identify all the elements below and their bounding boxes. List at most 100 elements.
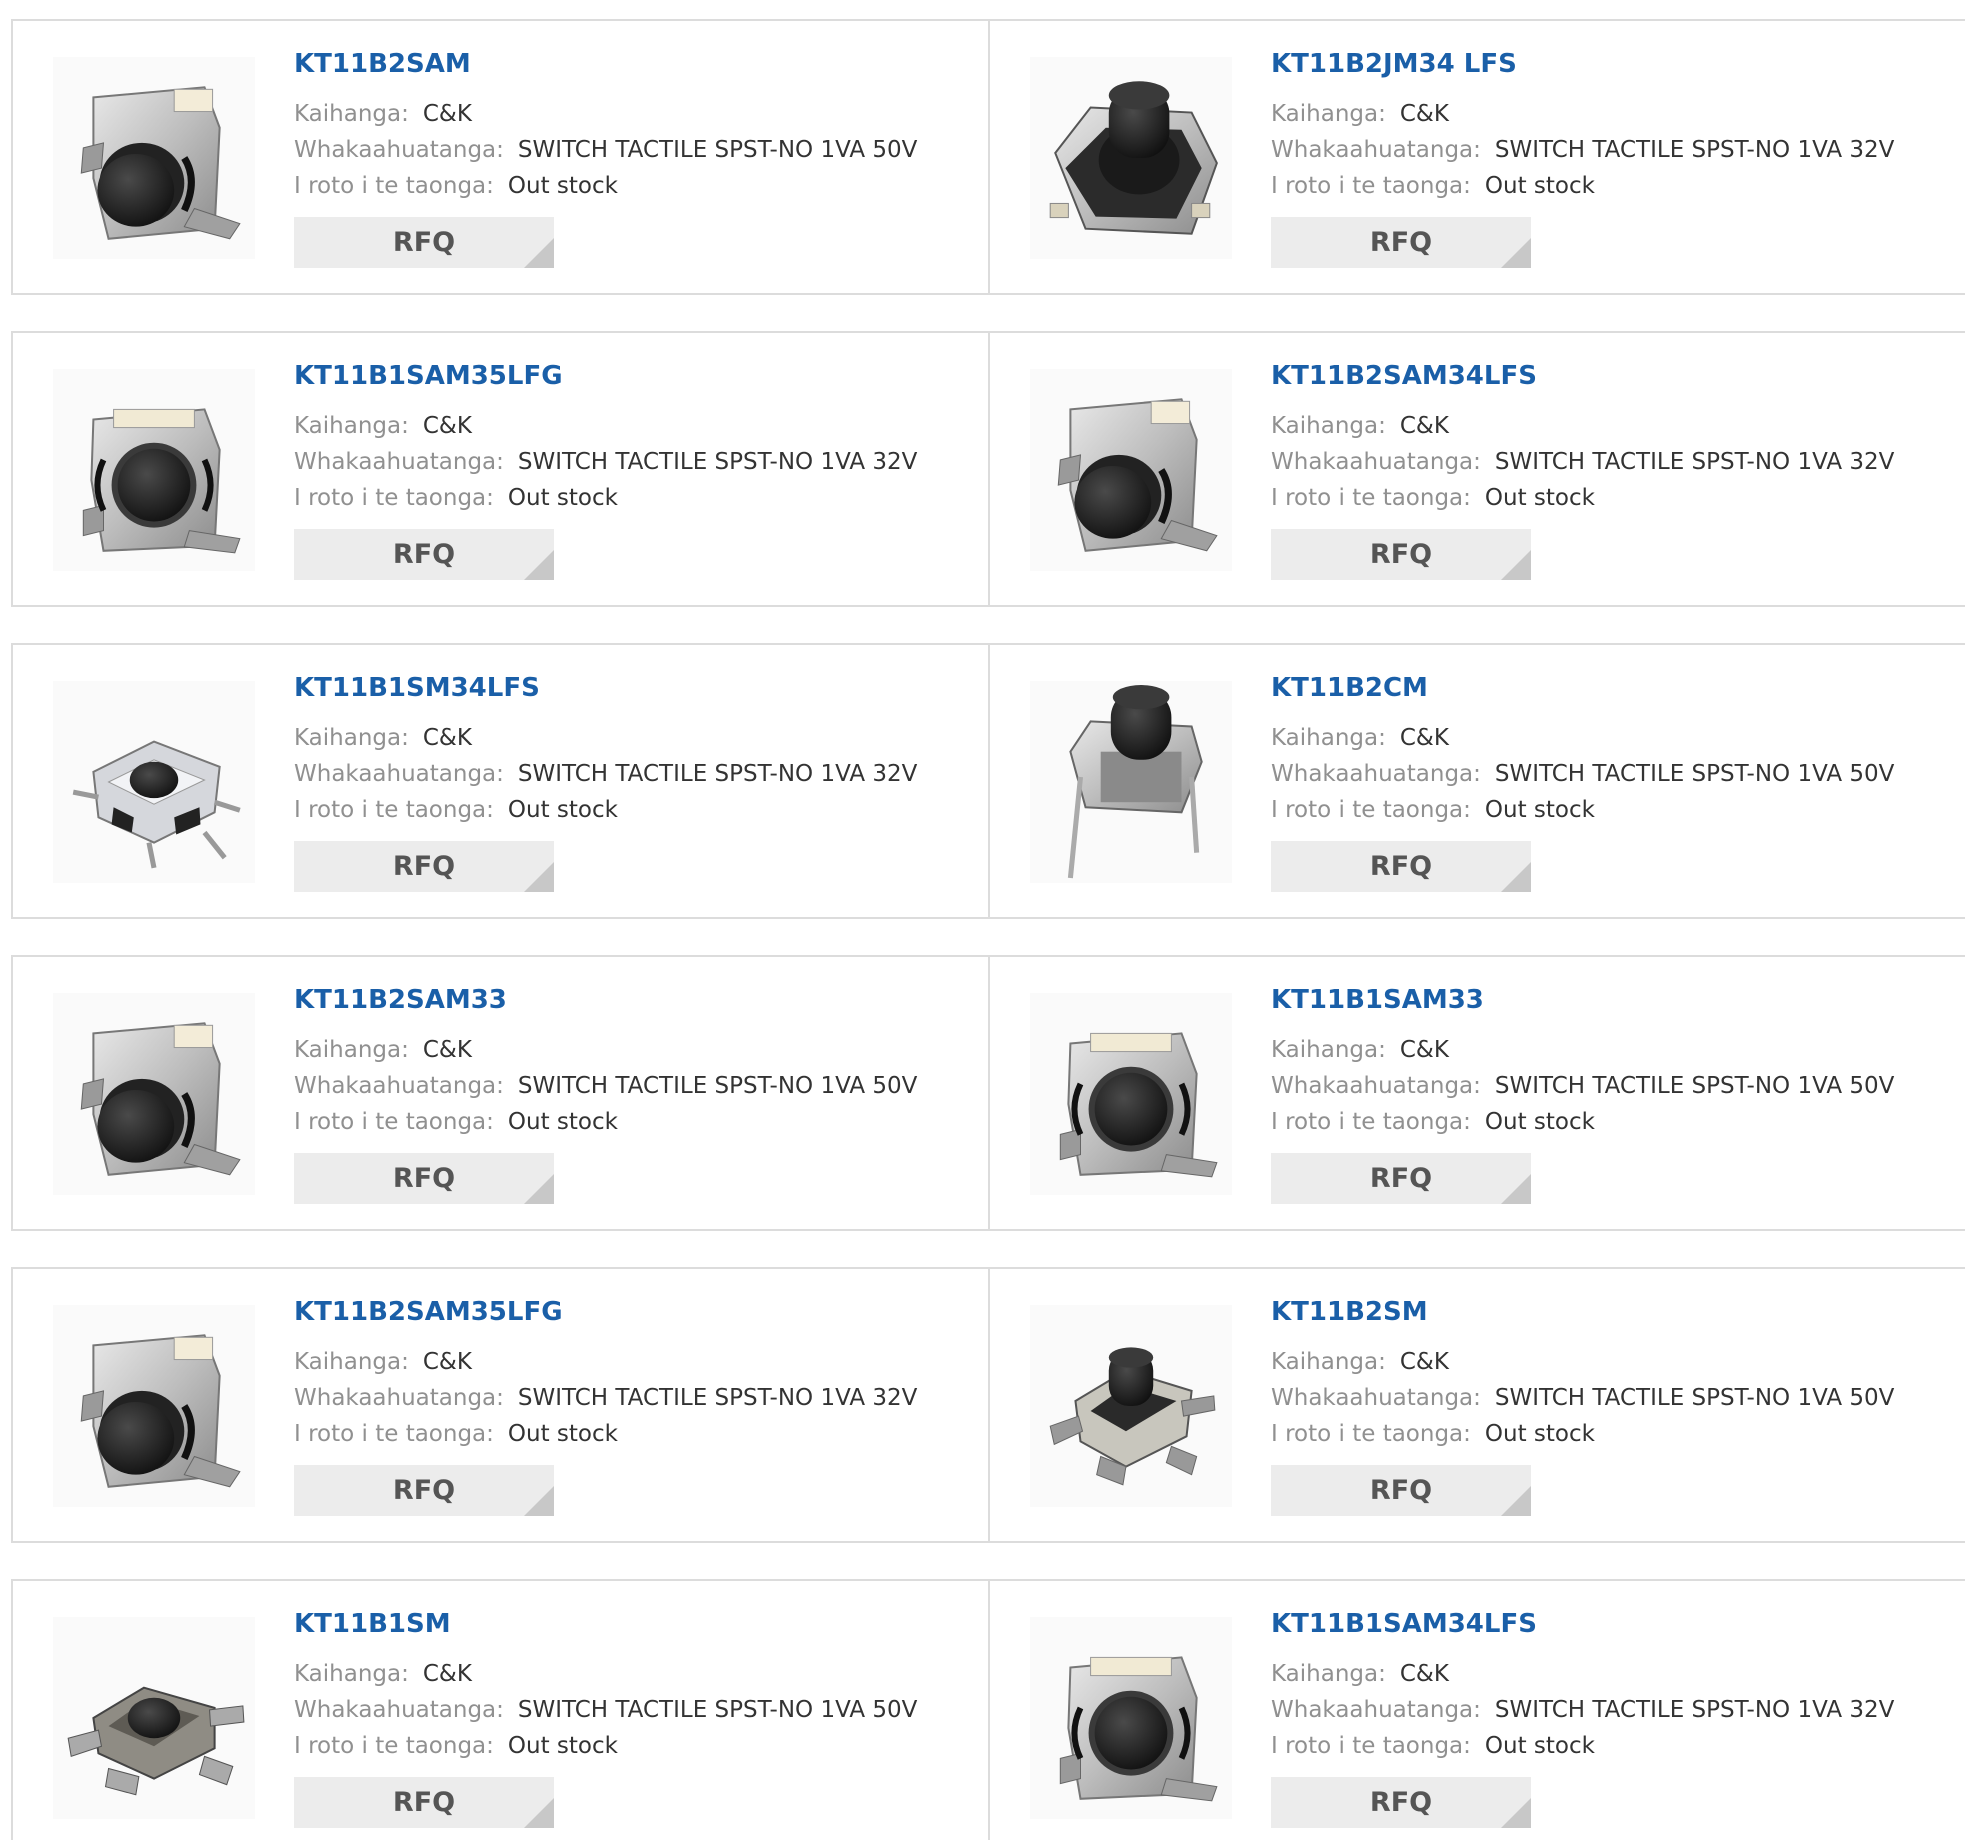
tactile-switch-front-icon[interactable] — [1030, 993, 1232, 1195]
part-number-link[interactable]: KT11B1SM34LFS — [294, 673, 917, 703]
description-label: Whakaahuatanga: — [1271, 1073, 1481, 1099]
rfq-button[interactable]: RFQ — [294, 1777, 554, 1828]
product-card: KT11B1SAM33 Kaihanga: C&K Whakaahuatanga:… — [990, 957, 1965, 1229]
corner-triangle-icon — [1501, 238, 1531, 268]
stock-line: I roto i te taonga: Out stock — [1271, 480, 1894, 516]
part-number-link[interactable]: KT11B2JM34 LFS — [1271, 49, 1894, 79]
manufacturer-value: C&K — [422, 1349, 472, 1375]
manufacturer-line: Kaihanga: C&K — [1271, 96, 1894, 132]
tactile-switch-front-icon[interactable] — [53, 369, 255, 571]
description-line: Whakaahuatanga: SWITCH TACTILE SPST-NO 1V… — [1271, 1380, 1894, 1416]
stock-label: I roto i te taonga: — [1271, 1733, 1471, 1759]
rfq-button[interactable]: RFQ — [294, 1465, 554, 1516]
tactile-switch-smd-icon[interactable] — [53, 681, 255, 883]
description-label: Whakaahuatanga: — [294, 1697, 504, 1723]
tactile-switch-smd-tall-icon[interactable] — [1030, 1305, 1232, 1507]
tactile-switch-through-hole-icon[interactable] — [1030, 681, 1232, 883]
manufacturer-value: C&K — [422, 1661, 472, 1687]
stock-value: Out stock — [507, 797, 618, 823]
corner-triangle-icon — [1501, 1174, 1531, 1204]
rfq-button-label: RFQ — [1369, 851, 1433, 882]
stock-line: I roto i te taonga: Out stock — [1271, 1416, 1894, 1452]
description-label: Whakaahuatanga: — [294, 137, 504, 163]
product-card: KT11B2SAM Kaihanga: C&K Whakaahuatanga: SW… — [13, 21, 990, 293]
rfq-button-label: RFQ — [1369, 1475, 1433, 1506]
manufacturer-line: Kaihanga: C&K — [1271, 720, 1894, 756]
manufacturer-line: Kaihanga: C&K — [294, 96, 917, 132]
stock-value: Out stock — [507, 1733, 618, 1759]
manufacturer-line: Kaihanga: C&K — [294, 1344, 917, 1380]
tactile-switch-smd-dark-icon[interactable] — [53, 1617, 255, 1819]
rfq-button[interactable]: RFQ — [294, 217, 554, 268]
rfq-button-label: RFQ — [392, 227, 456, 258]
part-number-link[interactable]: KT11B1SAM33 — [1271, 985, 1894, 1015]
rfq-button[interactable]: RFQ — [1271, 529, 1531, 580]
part-number-link[interactable]: KT11B1SAM34LFS — [1271, 1609, 1894, 1639]
part-number-link[interactable]: KT11B2SM — [1271, 1297, 1894, 1327]
tactile-switch-right-angle-icon[interactable] — [53, 1305, 255, 1507]
tactile-switch-topview-icon[interactable] — [1030, 57, 1232, 259]
stock-label: I roto i te taonga: — [294, 1421, 494, 1447]
manufacturer-label: Kaihanga: — [1271, 725, 1386, 751]
stock-line: I roto i te taonga: Out stock — [1271, 1104, 1894, 1140]
manufacturer-line: Kaihanga: C&K — [1271, 408, 1894, 444]
manufacturer-label: Kaihanga: — [1271, 1037, 1386, 1063]
rfq-button-label: RFQ — [392, 1475, 456, 1506]
part-number-link[interactable]: KT11B1SAM35LFG — [294, 361, 917, 391]
part-number-link[interactable]: KT11B2SAM35LFG — [294, 1297, 917, 1327]
rfq-button-label: RFQ — [1369, 1787, 1433, 1818]
stock-value: Out stock — [507, 173, 618, 199]
manufacturer-line: Kaihanga: C&K — [294, 720, 917, 756]
corner-triangle-icon — [1501, 862, 1531, 892]
tactile-switch-right-angle-icon[interactable] — [53, 57, 255, 259]
tactile-switch-right-angle-icon[interactable] — [53, 993, 255, 1195]
stock-line: I roto i te taonga: Out stock — [1271, 792, 1894, 828]
rfq-button[interactable]: RFQ — [294, 529, 554, 580]
description-value: SWITCH TACTILE SPST-NO 1VA 50V — [1494, 761, 1895, 787]
manufacturer-value: C&K — [422, 101, 472, 127]
rfq-button[interactable]: RFQ — [294, 841, 554, 892]
rfq-button[interactable]: RFQ — [294, 1153, 554, 1204]
manufacturer-label: Kaihanga: — [1271, 101, 1386, 127]
corner-triangle-icon — [524, 550, 554, 580]
part-number-link[interactable]: KT11B2SAM34LFS — [1271, 361, 1894, 391]
rfq-button-label: RFQ — [392, 539, 456, 570]
part-number-link[interactable]: KT11B2SAM33 — [294, 985, 917, 1015]
stock-label: I roto i te taonga: — [1271, 173, 1471, 199]
part-number-link[interactable]: KT11B2CM — [1271, 673, 1894, 703]
rfq-button[interactable]: RFQ — [1271, 1465, 1531, 1516]
rfq-button[interactable]: RFQ — [1271, 1777, 1531, 1828]
stock-line: I roto i te taonga: Out stock — [294, 480, 917, 516]
manufacturer-label: Kaihanga: — [294, 101, 409, 127]
manufacturer-value: C&K — [1399, 413, 1449, 439]
stock-label: I roto i te taonga: — [1271, 485, 1471, 511]
rfq-button[interactable]: RFQ — [1271, 1153, 1531, 1204]
stock-value: Out stock — [1484, 1733, 1595, 1759]
manufacturer-value: C&K — [422, 413, 472, 439]
corner-triangle-icon — [524, 1798, 554, 1828]
tactile-switch-front-icon[interactable] — [1030, 1617, 1232, 1819]
tactile-switch-right-angle-icon[interactable] — [1030, 369, 1232, 571]
part-number-link[interactable]: KT11B2SAM — [294, 49, 917, 79]
description-line: Whakaahuatanga: SWITCH TACTILE SPST-NO 1V… — [1271, 132, 1894, 168]
product-card: KT11B2CM Kaihanga: C&K Whakaahuatanga: SWI… — [990, 645, 1965, 917]
description-label: Whakaahuatanga: — [294, 449, 504, 475]
description-value: SWITCH TACTILE SPST-NO 1VA 50V — [517, 1697, 918, 1723]
rfq-button[interactable]: RFQ — [1271, 841, 1531, 892]
product-row: KT11B1SAM35LFG Kaihanga: C&K Whakaahuatan… — [11, 331, 1965, 607]
stock-label: I roto i te taonga: — [294, 797, 494, 823]
product-card: KT11B2SAM33 Kaihanga: C&K Whakaahuatanga:… — [13, 957, 990, 1229]
product-card: KT11B1SM34LFS Kaihanga: C&K Whakaahuatang… — [13, 645, 990, 917]
part-number-link[interactable]: KT11B1SM — [294, 1609, 917, 1639]
rfq-button-label: RFQ — [1369, 227, 1433, 258]
product-row: KT11B1SM34LFS Kaihanga: C&K Whakaahuatang… — [11, 643, 1965, 919]
stock-line: I roto i te taonga: Out stock — [1271, 1728, 1894, 1764]
manufacturer-line: Kaihanga: C&K — [294, 1032, 917, 1068]
description-label: Whakaahuatanga: — [1271, 761, 1481, 787]
product-row: KT11B2SAM33 Kaihanga: C&K Whakaahuatanga:… — [11, 955, 1965, 1231]
corner-triangle-icon — [524, 1174, 554, 1204]
stock-value: Out stock — [1484, 1109, 1595, 1135]
stock-line: I roto i te taonga: Out stock — [294, 1104, 917, 1140]
rfq-button[interactable]: RFQ — [1271, 217, 1531, 268]
manufacturer-line: Kaihanga: C&K — [1271, 1032, 1894, 1068]
